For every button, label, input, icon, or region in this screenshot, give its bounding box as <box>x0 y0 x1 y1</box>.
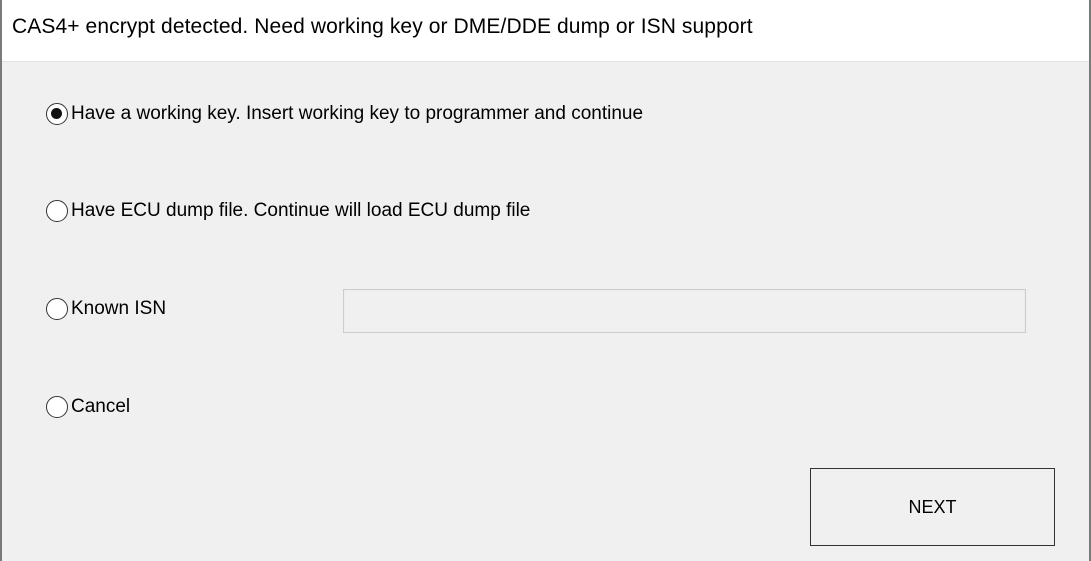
isn-input[interactable] <box>343 289 1026 333</box>
dialog-title: CAS4+ encrypt detected. Need working key… <box>12 14 753 38</box>
option-working-key[interactable]: Have a working key. Insert working key t… <box>46 103 643 125</box>
dialog-window: CAS4+ encrypt detected. Need working key… <box>0 0 1091 561</box>
option-cancel-label: Cancel <box>71 396 131 417</box>
option-ecu-dump-label: Have ECU dump file. Continue will load E… <box>71 200 531 221</box>
dialog-title-bar: CAS4+ encrypt detected. Need working key… <box>2 0 1089 62</box>
option-cancel[interactable]: Cancel <box>46 396 130 418</box>
option-known-isn[interactable]: Known ISN <box>46 298 166 320</box>
option-ecu-dump[interactable]: Have ECU dump file. Continue will load E… <box>46 200 530 222</box>
radio-working-key[interactable] <box>46 103 68 125</box>
radio-known-isn[interactable] <box>46 298 68 320</box>
radio-ecu-dump[interactable] <box>46 200 68 222</box>
next-button-label: NEXT <box>908 496 957 517</box>
option-known-isn-label: Known ISN <box>71 298 167 319</box>
option-working-key-label: Have a working key. Insert working key t… <box>71 103 644 124</box>
next-button[interactable]: NEXT <box>810 468 1055 546</box>
radio-cancel[interactable] <box>46 396 68 418</box>
